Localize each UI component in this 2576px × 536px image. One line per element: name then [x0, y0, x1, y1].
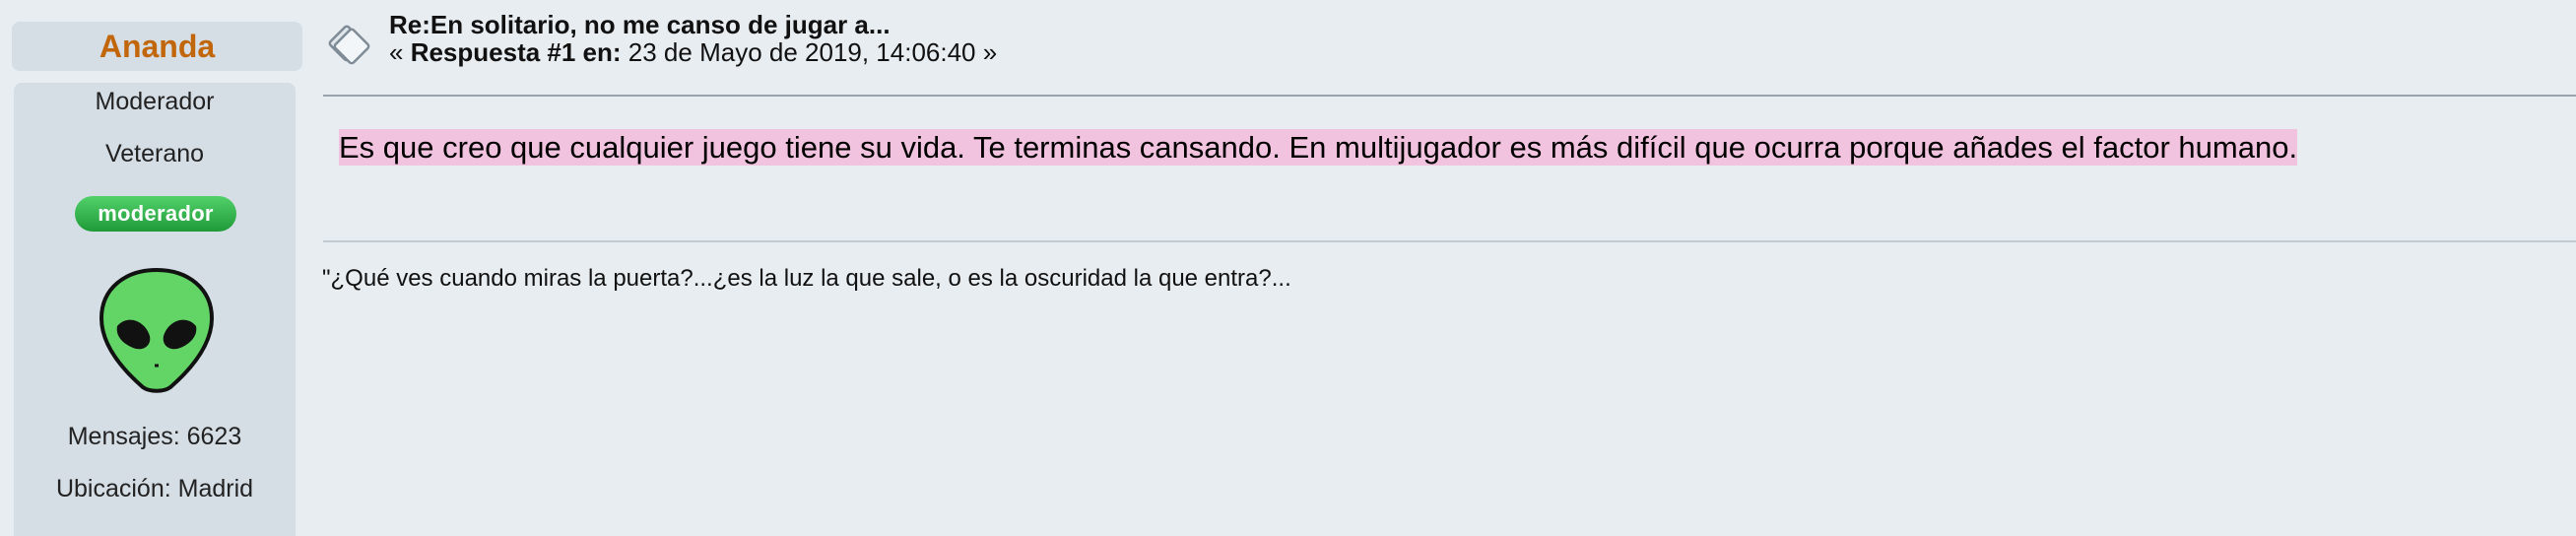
- moderator-badge: moderador: [75, 196, 236, 232]
- poster-location: Ubicación: Madrid: [55, 475, 254, 502]
- message-meta: « Respuesta #1 en: 23 de Mayo de 2019, 1…: [389, 37, 997, 68]
- post-date: 23 de Mayo de 2019, 14:06:40 »: [621, 37, 998, 67]
- poster-name-link[interactable]: Ananda: [99, 29, 215, 65]
- alien-head-icon[interactable]: [98, 267, 216, 395]
- poster-post-count: Mensajes: 6623: [67, 423, 242, 450]
- post-body-text: Es que creo que cualquier juego tiene su…: [339, 129, 2298, 166]
- message-title-link[interactable]: Re:En solitario, no me canso de jugar a.…: [389, 10, 891, 40]
- signature-text: "¿Qué ves cuando miras la puerta?...¿es …: [322, 265, 1291, 292]
- poster-name-box: Ananda: [12, 22, 302, 71]
- poster-info-panel: Moderador Veterano moderador Mensajes: 6…: [14, 83, 296, 536]
- reply-number-link[interactable]: Respuesta #1 en:: [411, 37, 622, 67]
- poster-group: Moderador: [95, 88, 215, 115]
- post-body: Es que creo que cualquier juego tiene su…: [339, 128, 2298, 168]
- meta-prefix: «: [389, 37, 411, 67]
- signature-divider: [323, 240, 2576, 242]
- message-thread-icon: [325, 22, 370, 67]
- header-divider: [323, 95, 2576, 97]
- poster-rank: Veterano: [104, 140, 205, 168]
